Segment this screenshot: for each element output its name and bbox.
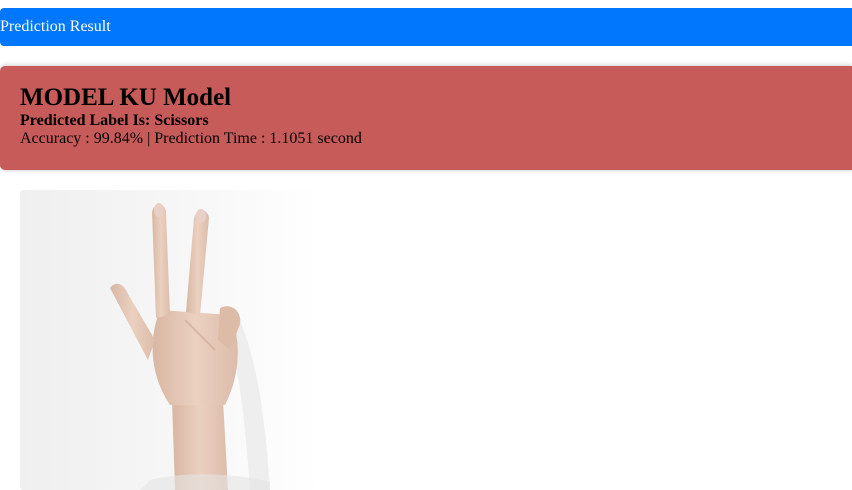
header-bar: Prediction Result [0, 8, 852, 46]
result-card: MODEL KU Model Predicted Label Is: Sciss… [0, 66, 852, 170]
page: Prediction Result MODEL KU Model Predict… [0, 0, 852, 490]
prediction-image [20, 190, 320, 490]
header-title: Prediction Result [0, 18, 111, 35]
predicted-label: Predicted Label Is: Scissors [20, 112, 209, 129]
model-title: MODEL KU Model [20, 84, 232, 111]
metrics-text: Accuracy : 99.84% | Prediction Time : 1.… [20, 130, 362, 147]
hand-scissors-image [20, 190, 320, 490]
